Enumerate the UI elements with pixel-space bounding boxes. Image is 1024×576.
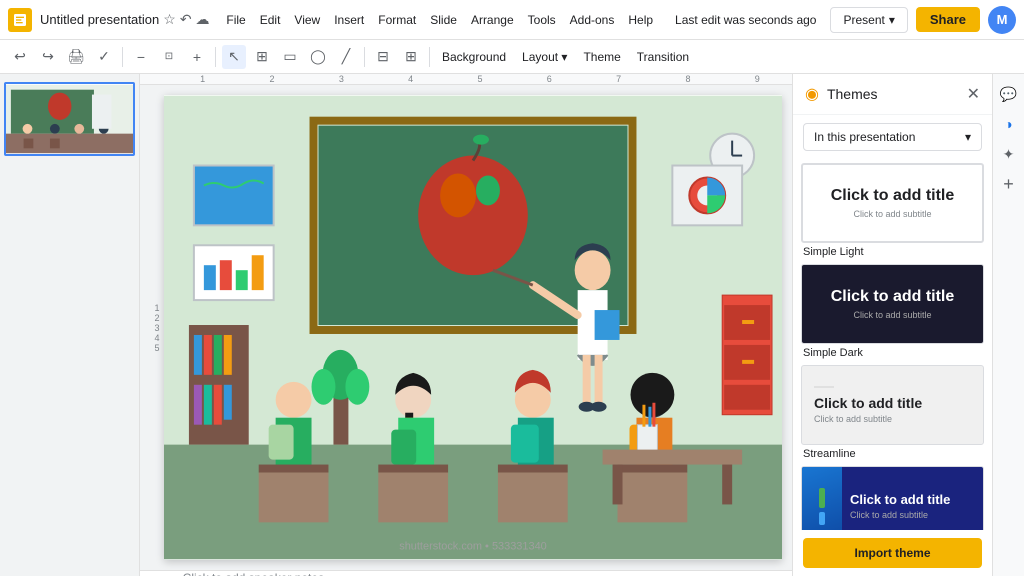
menu-arrange[interactable]: Arrange: [465, 11, 520, 29]
menu-help[interactable]: Help: [622, 11, 659, 29]
ruler-horizontal: 1 2 3 4 5 6 7 8 9: [140, 74, 792, 85]
ruler-vertical: 12345: [150, 303, 164, 353]
themes-panel: ◉ Themes ✕ In this presentation ▾ Click …: [792, 74, 992, 576]
themes-icon: ◉: [805, 84, 819, 104]
zoom-out-button[interactable]: −: [129, 45, 153, 69]
transition-button[interactable]: Transition: [631, 48, 695, 66]
themes-close-button[interactable]: ✕: [967, 84, 980, 104]
speaker-notes[interactable]: · · · Click to add speaker notes: [140, 570, 792, 576]
spell-check-button[interactable]: ✓: [92, 45, 116, 69]
theme-item-streamline[interactable]: Click to add title Click to add subtitle…: [801, 365, 984, 460]
theme-name-streamline: Streamline: [801, 448, 984, 460]
top-bar: Untitled presentation ☆ ↶ ☁ File Edit Vi…: [0, 0, 1024, 40]
title-area: Untitled presentation ☆ ↶ ☁: [40, 11, 212, 28]
menu-edit[interactable]: Edit: [254, 11, 287, 29]
shapes-tool[interactable]: ◯: [306, 45, 330, 69]
undo-button[interactable]: ↩: [8, 45, 32, 69]
slide-thumbnail-1[interactable]: 1: [4, 82, 135, 156]
canvas-area: 1 2 3 4 5 6 7 8 9 12345: [140, 74, 792, 576]
last-edit: Last edit was seconds ago: [669, 11, 822, 29]
doc-title: Untitled presentation ☆ ↶ ☁: [40, 11, 212, 28]
themes-list: Click to add title Click to add subtitle…: [793, 159, 992, 530]
menu-tools[interactable]: Tools: [522, 11, 562, 29]
redo-button[interactable]: ↪: [36, 45, 60, 69]
image-tool[interactable]: ▭: [278, 45, 302, 69]
slide-preview-1: [6, 84, 133, 154]
share-button[interactable]: Share: [916, 7, 980, 32]
menu-file[interactable]: File: [220, 11, 251, 29]
themes-toggle-icon[interactable]: ◑: [997, 112, 1021, 136]
doc-title-text[interactable]: Untitled presentation: [40, 12, 159, 27]
text-tool[interactable]: ⊞: [250, 45, 274, 69]
present-button[interactable]: Present ▾: [830, 7, 907, 33]
themes-section-label: In this presentation: [814, 130, 915, 144]
themes-title: Themes: [827, 86, 959, 102]
svg-text:shutterstock.com • 533331340: shutterstock.com • 533331340: [399, 540, 547, 552]
theme-name-simple-light: Simple Light: [801, 246, 984, 258]
import-theme-button[interactable]: Import theme: [803, 538, 982, 568]
menu-addons[interactable]: Add-ons: [564, 11, 621, 29]
slides-panel: 1: [0, 74, 140, 576]
fit-button[interactable]: ⊡: [157, 45, 181, 69]
sep-3: [364, 47, 365, 67]
themes-chevron-down: ▾: [965, 130, 971, 144]
theme-item-dark-blue[interactable]: Click to add title Click to add subtitle: [801, 466, 984, 530]
themes-header: ◉ Themes ✕: [793, 74, 992, 115]
toolbar: ↩ ↪ 🖨 ✓ − ⊡ + ↖ ⊞ ▭ ◯ ╱ ⊟ ⊞ Background L…: [0, 40, 1024, 74]
top-right-actions: Present ▾ Share M: [830, 6, 1016, 34]
menu-format[interactable]: Format: [372, 11, 422, 29]
speaker-notes-placeholder[interactable]: Click to add speaker notes: [183, 571, 324, 576]
sep-2: [215, 47, 216, 67]
speaker-notes-dots: · · ·: [156, 571, 175, 576]
theme-button[interactable]: Theme: [577, 48, 626, 66]
slide-canvas[interactable]: shutterstock.com • 533331340: [164, 95, 782, 560]
menu-insert[interactable]: Insert: [328, 11, 370, 29]
theme-item-simple-light[interactable]: Click to add title Click to add subtitle…: [801, 163, 984, 258]
print-button[interactable]: 🖨: [64, 45, 88, 69]
line-tool[interactable]: ╱: [334, 45, 358, 69]
themes-section-dropdown[interactable]: In this presentation ▾: [803, 123, 982, 151]
main-area: 1: [0, 74, 1024, 576]
chat-icon[interactable]: 💬: [997, 82, 1021, 106]
explore-icon[interactable]: ✦: [997, 142, 1021, 166]
background-button[interactable]: Background: [436, 48, 512, 66]
align-right[interactable]: ⊞: [399, 45, 423, 69]
sep-4: [429, 47, 430, 67]
menu-slide[interactable]: Slide: [424, 11, 463, 29]
menu-bar: File Edit View Insert Format Slide Arran…: [220, 8, 822, 32]
right-icon-strip: 💬 ◑ ✦ +: [992, 74, 1024, 576]
avatar[interactable]: M: [988, 6, 1016, 34]
cloud-icon[interactable]: ☁: [196, 11, 210, 28]
history-icon[interactable]: ↶: [180, 11, 192, 28]
menu-view[interactable]: View: [288, 11, 326, 29]
app-icon: [8, 8, 32, 32]
theme-name-simple-dark: Simple Dark: [801, 347, 984, 359]
canvas-wrapper: 12345: [140, 85, 792, 570]
theme-item-simple-dark[interactable]: Click to add title Click to add subtitle…: [801, 264, 984, 359]
star-icon[interactable]: ☆: [163, 11, 176, 28]
present-label: Present: [843, 13, 884, 27]
present-chevron: ▾: [889, 13, 895, 27]
zoom-in-button[interactable]: +: [185, 45, 209, 69]
layout-button[interactable]: Layout ▾: [516, 48, 573, 66]
align-left[interactable]: ⊟: [371, 45, 395, 69]
cursor-tool[interactable]: ↖: [222, 45, 246, 69]
sep-1: [122, 47, 123, 67]
add-icon[interactable]: +: [997, 172, 1021, 196]
